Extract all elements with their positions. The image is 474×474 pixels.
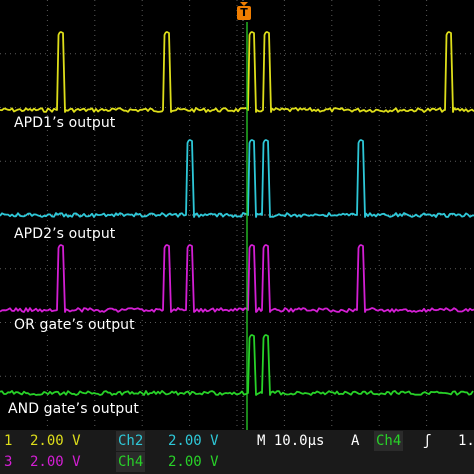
channel-1-number[interactable]: 1 — [4, 431, 12, 451]
waveform-display — [0, 0, 474, 430]
status-bar: 1 2.00 V Ch2 2.00 V M 10.0µs A Ch4 ʃ 1. … — [0, 430, 474, 474]
or-gate-output-label: OR gate’s output — [14, 317, 135, 333]
apd1-output-label: APD1’s output — [14, 115, 116, 131]
oscilloscope-screen: T APD1’s output APD2’s output OR gate’s … — [0, 0, 474, 430]
trigger-slope-icon[interactable]: ʃ — [423, 431, 431, 451]
channel-3-scale[interactable]: 2.00 V — [30, 452, 81, 472]
channel-2-scale[interactable]: 2.00 V — [168, 431, 219, 451]
trigger-position-marker[interactable]: T — [237, 2, 251, 24]
channel-4-name[interactable]: Ch4 — [116, 452, 146, 472]
channel-3-number[interactable]: 3 — [4, 452, 12, 472]
channel-2-name[interactable]: Ch2 — [116, 431, 146, 451]
apd2-output-label: APD2’s output — [14, 226, 116, 242]
trigger-mode[interactable]: A — [351, 431, 359, 451]
channel-1-scale[interactable]: 2.00 V — [30, 431, 81, 451]
status-row-2: 3 2.00 V Ch4 2.00 V — [0, 452, 474, 472]
channel-4-scale[interactable]: 2.00 V — [168, 452, 219, 472]
timebase-readout[interactable]: M 10.0µs — [257, 431, 324, 451]
status-row-1: 1 2.00 V Ch2 2.00 V M 10.0µs A Ch4 ʃ 1. — [0, 431, 474, 451]
trigger-source[interactable]: Ch4 — [374, 431, 404, 451]
trigger-level[interactable]: 1. — [458, 431, 474, 451]
trigger-marker-label: T — [237, 6, 251, 20]
and-gate-output-label: AND gate’s output — [8, 401, 139, 417]
